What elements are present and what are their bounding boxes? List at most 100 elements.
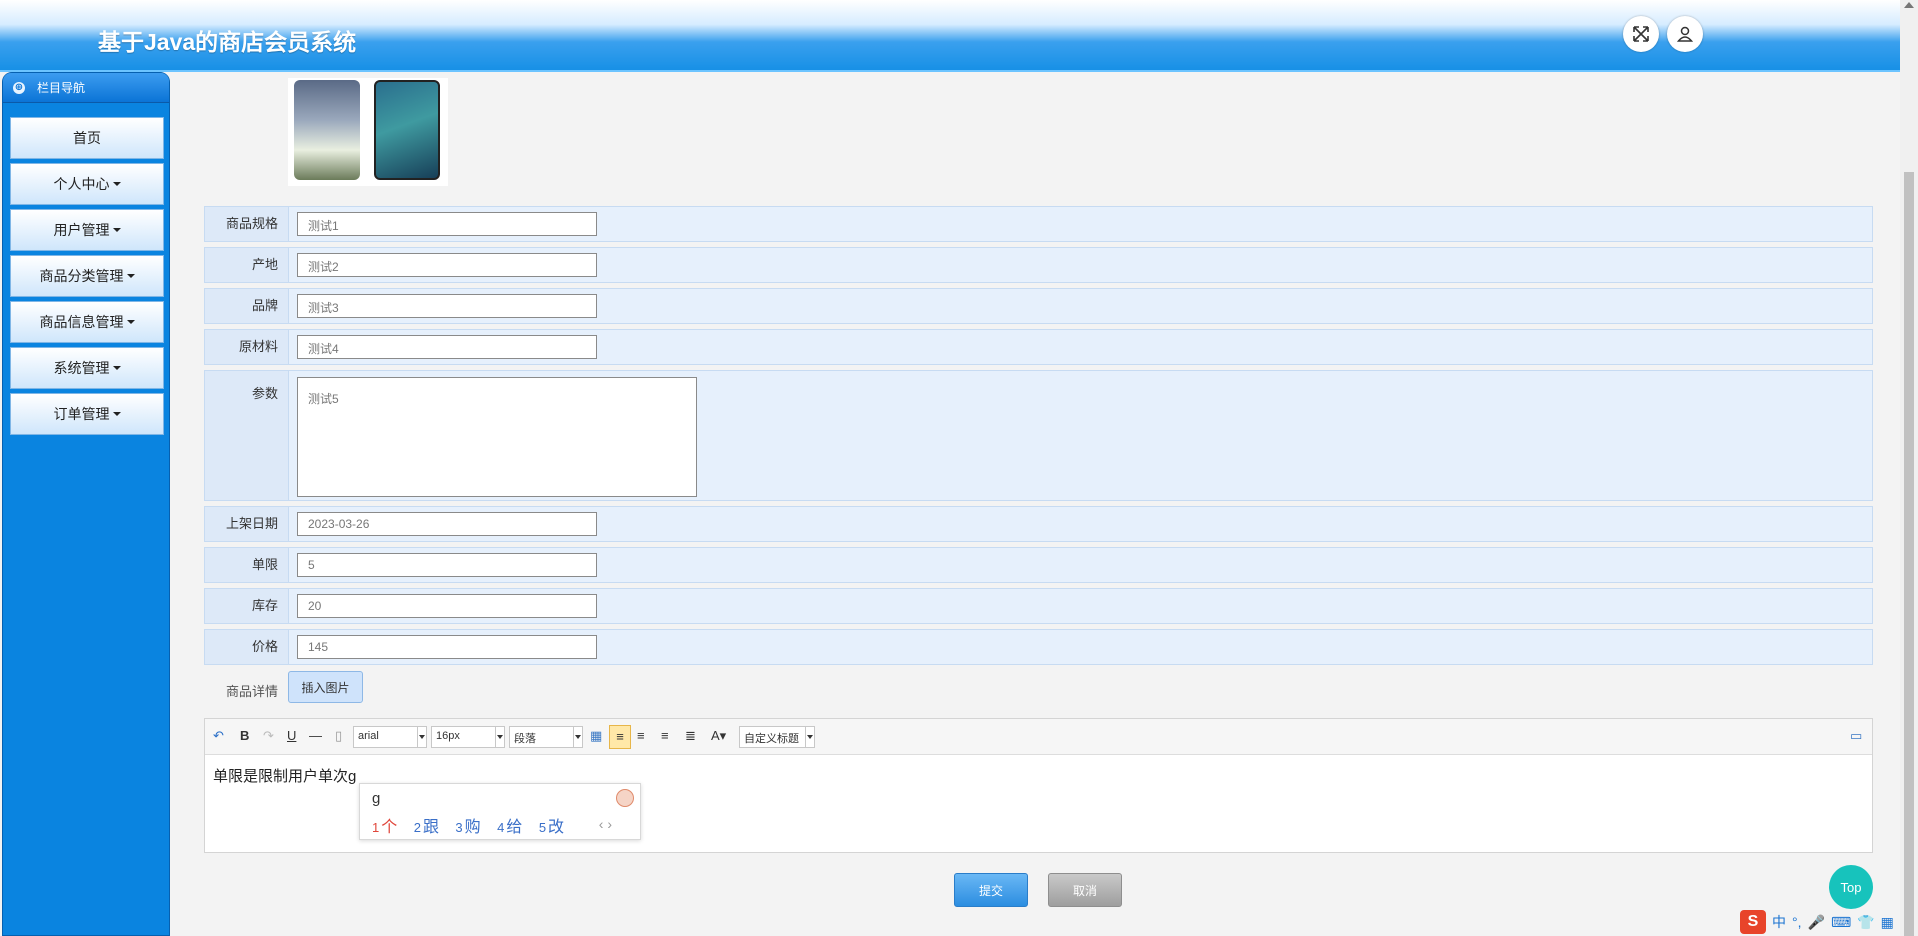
field-label: 单限 — [205, 548, 289, 582]
align-left-icon[interactable]: ≡ — [609, 725, 631, 749]
ime-candidate-window: g 1个 2跟 3购 4给 5改 ‹ › — [359, 783, 641, 840]
sidebar-header-label: 栏目导航 — [37, 81, 86, 95]
material-input[interactable]: 测试4 — [297, 335, 597, 359]
app-header: 基于Java的商店会员系统 — [0, 0, 1900, 72]
origin-input[interactable]: 测试2 — [297, 253, 597, 277]
fullscreen-button[interactable] — [1623, 16, 1659, 52]
sidebar-header: ⊕ 栏目导航 — [3, 73, 169, 103]
date-input[interactable]: 2023-03-26 — [297, 512, 597, 536]
field-label: 库存 — [205, 589, 289, 623]
ime-candidate[interactable]: 2跟 — [414, 813, 439, 837]
sogou-icon[interactable]: S — [1740, 910, 1766, 934]
form-row-params: 参数 测试5 — [204, 370, 1873, 501]
ime-typed-text: g — [372, 790, 381, 807]
align-right-icon[interactable]: ≡ — [637, 728, 645, 743]
bold-icon[interactable]: B — [240, 728, 249, 743]
custom-title-select[interactable]: 自定义标题 — [739, 726, 815, 748]
limit-input[interactable]: 5 — [297, 553, 597, 577]
sidebar-item-system-management[interactable]: 系统管理 — [10, 347, 164, 389]
sidebar-item-category-management[interactable]: 商品分类管理 — [10, 255, 164, 297]
product-image-1 — [294, 80, 360, 180]
font-color-icon[interactable]: A▾ — [711, 728, 726, 744]
page-scrollbar[interactable] — [1900, 0, 1918, 936]
toolbox-icon[interactable]: ▦ — [1881, 914, 1894, 931]
product-image-2 — [374, 80, 440, 180]
form-row-spec: 商品规格 测试1 — [204, 206, 1873, 242]
field-label: 参数 — [205, 371, 289, 500]
brand-input[interactable]: 测试3 — [297, 294, 597, 318]
ime-status-bar: S 中 °, 🎤 ⌨ 👕 ▦ — [1740, 908, 1918, 936]
caret-down-icon — [112, 182, 121, 186]
caret-down-icon — [126, 274, 135, 278]
preview-icon[interactable]: ▭ — [1850, 728, 1862, 744]
align-center-icon[interactable]: ≡ — [661, 728, 669, 743]
submit-button[interactable]: 提交 — [954, 873, 1028, 907]
sidebar-item-user-management[interactable]: 用户管理 — [10, 209, 164, 251]
form-row-material: 原材料 测试4 — [204, 329, 1873, 365]
price-input[interactable]: 145 — [297, 635, 597, 659]
sidebar-item-personal-center[interactable]: 个人中心 — [10, 163, 164, 205]
ime-candidate[interactable]: 5改 — [539, 813, 564, 837]
ime-candidates: 1个 2跟 3购 4给 5改 — [372, 813, 576, 837]
caret-down-icon — [112, 228, 121, 232]
user-icon — [1676, 26, 1694, 42]
microphone-icon[interactable]: 🎤 — [1808, 914, 1825, 931]
expand-icon — [1633, 26, 1649, 42]
form-row-price: 价格 145 — [204, 629, 1873, 665]
underline-icon[interactable]: U — [287, 728, 296, 743]
undo-icon[interactable]: ↶ — [213, 728, 224, 744]
punctuation-icon[interactable]: °, — [1792, 914, 1802, 930]
scrollbar-thumb[interactable] — [1904, 172, 1914, 936]
scroll-up-arrow-icon[interactable] — [1904, 2, 1914, 8]
ime-candidate[interactable]: 1个 — [372, 813, 397, 837]
field-label: 商品规格 — [205, 207, 289, 241]
sidebar-item-order-management[interactable]: 订单管理 — [10, 393, 164, 435]
ime-pager-icon[interactable]: ‹ › — [599, 816, 612, 832]
caret-down-icon — [126, 320, 135, 324]
align-justify-icon[interactable]: ≣ — [685, 728, 696, 744]
caret-down-icon — [112, 412, 121, 416]
field-label: 产地 — [205, 248, 289, 282]
editor-content[interactable]: 单限是限制用户单次g — [213, 765, 356, 786]
chevron-down-icon — [495, 727, 504, 747]
form-row-stock: 库存 20 — [204, 588, 1873, 624]
sidebar-menu: 首页 个人中心 用户管理 商品分类管理 商品信息管理 系统管理 订单管理 — [3, 117, 169, 435]
sidebar-item-home[interactable]: 首页 — [10, 117, 164, 159]
detail-label: 商品详情 — [226, 684, 279, 699]
field-label: 原材料 — [205, 330, 289, 364]
ime-candidate[interactable]: 3购 — [455, 813, 480, 837]
field-label: 品牌 — [205, 289, 289, 323]
paste-icon[interactable]: ▯ — [335, 728, 342, 744]
paragraph-select[interactable]: 段落 — [509, 726, 583, 748]
chevron-down-icon — [805, 727, 814, 747]
table-icon[interactable]: ▦ — [590, 728, 602, 744]
app-title: 基于Java的商店会员系统 — [98, 29, 357, 55]
ime-mode[interactable]: 中 — [1772, 912, 1786, 932]
chevron-down-icon — [573, 727, 582, 747]
field-label: 价格 — [205, 630, 289, 664]
navigation-icon: ⊕ — [13, 81, 25, 94]
form-row-date: 上架日期 2023-03-26 — [204, 506, 1873, 542]
insert-image-button[interactable]: 插入图片 — [288, 671, 363, 703]
user-button[interactable] — [1667, 16, 1703, 52]
editor-toolbar: ↶ B ↷ U — ▯ arial 16px 段落 ▦ ≡ ≡ ≡ ≣ A▾ 自… — [205, 719, 1872, 755]
form-row-brand: 品牌 测试3 — [204, 288, 1873, 324]
stock-input[interactable]: 20 — [297, 594, 597, 618]
skin-icon[interactable]: 👕 — [1857, 914, 1874, 931]
form-row-origin: 产地 测试2 — [204, 247, 1873, 283]
chevron-down-icon — [417, 727, 426, 747]
spec-input[interactable]: 测试1 — [297, 212, 597, 236]
sidebar: ⊕ 栏目导航 首页 个人中心 用户管理 商品分类管理 商品信息管理 系统管理 订… — [2, 72, 170, 936]
horizontal-rule-icon[interactable]: — — [309, 728, 322, 743]
keyboard-icon[interactable]: ⌨ — [1831, 914, 1851, 931]
product-image-preview — [288, 78, 448, 186]
cancel-button[interactable]: 取消 — [1048, 873, 1122, 907]
sogou-logo-icon — [616, 789, 634, 807]
ime-candidate[interactable]: 4给 — [497, 813, 522, 837]
params-textarea[interactable]: 测试5 — [297, 377, 697, 497]
redo-icon[interactable]: ↷ — [263, 728, 274, 744]
font-size-select[interactable]: 16px — [431, 726, 505, 748]
sidebar-item-product-management[interactable]: 商品信息管理 — [10, 301, 164, 343]
font-family-select[interactable]: arial — [353, 726, 427, 748]
back-to-top-button[interactable]: Top — [1829, 865, 1873, 909]
